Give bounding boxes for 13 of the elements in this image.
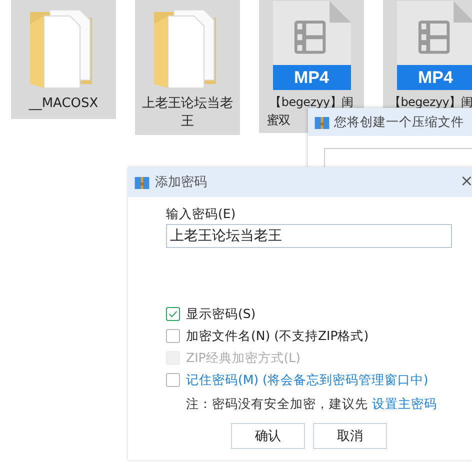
field-label: 输入密码(E) [166, 206, 237, 223]
option-label: 显示密码(S) [186, 306, 256, 322]
file-name-line: 上老王论坛当老 [142, 95, 233, 113]
file-type-label: MP4 [396, 65, 472, 90]
window-title: 您将创建一个压缩文件 [334, 114, 464, 130]
dialog-title: 添加密码 [155, 174, 207, 191]
note-text: 注：密码没有安全加密，建议先 [186, 396, 369, 411]
option-label: 加密文件名(N) (不支持ZIP格式) [186, 328, 369, 344]
file-type-label: MP4 [272, 65, 350, 90]
file-name-line: 【begezyy】闺 [270, 94, 354, 111]
option-label: ZIP经典加密方式(L) [186, 350, 301, 366]
file-name-line: 【begezyy】闺 [389, 94, 472, 111]
file-name-line: __MACOSX [28, 95, 98, 113]
